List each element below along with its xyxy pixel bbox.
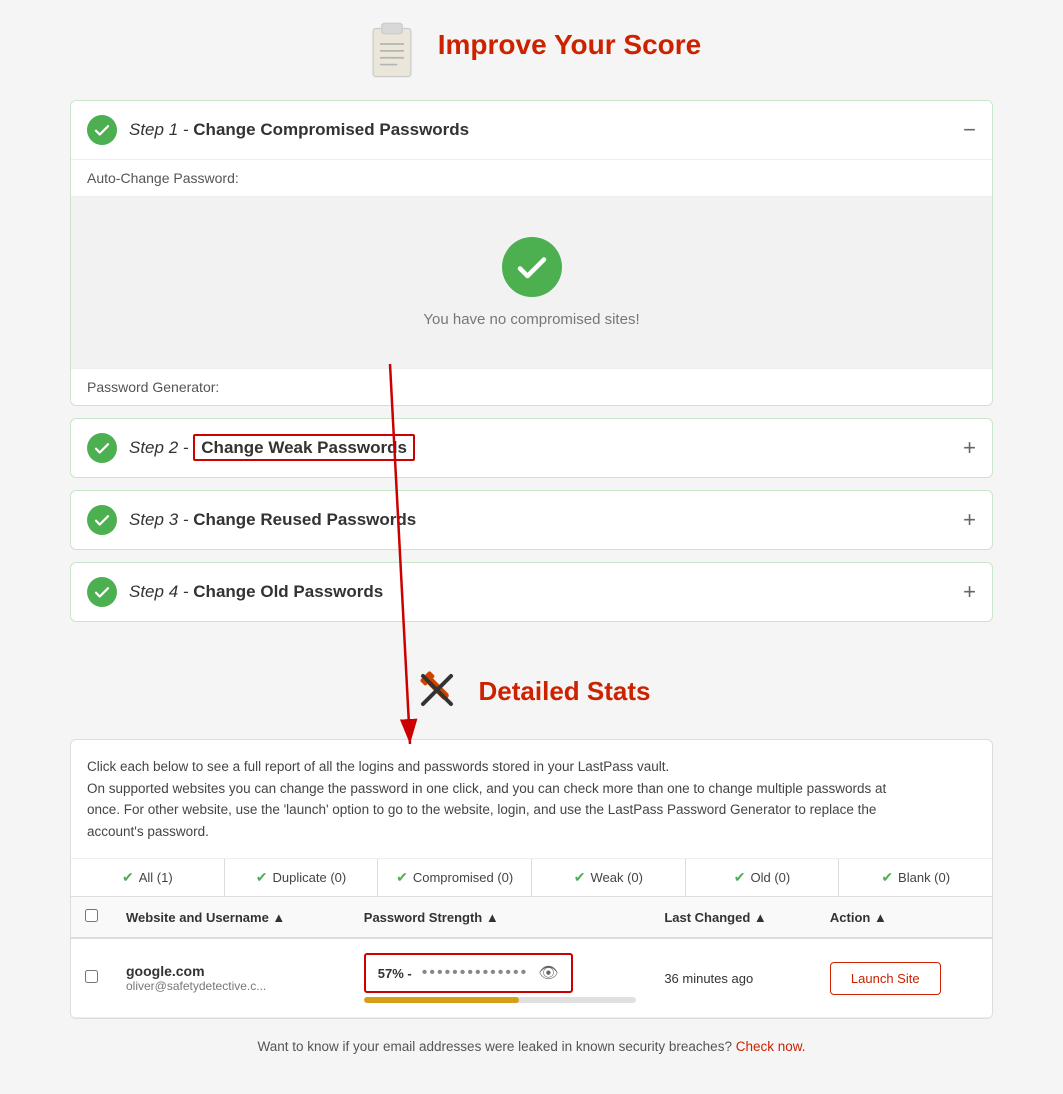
detailed-stats-section: Detailed Stats [70,634,993,739]
step1-title: Step 1 - Change Compromised Passwords [129,120,963,140]
page-title: Improve Your Score [438,29,702,61]
step3-title: Step 3 - Change Reused Passwords [129,510,963,530]
step4-title: Step 4 - Change Old Passwords [129,582,963,602]
table-row: google.com oliver@safetydetective.c... 5… [71,938,992,1018]
password-table: Website and Username ▲ Password Strength… [71,897,992,1018]
table-header-last-changed[interactable]: Last Changed ▲ [650,897,816,938]
step3-container: Step 3 - Change Reused Passwords + [70,490,993,550]
filter-tab-compromised[interactable]: ✔ Compromised (0) [378,859,532,896]
step3-toggle[interactable]: + [963,509,976,531]
stats-panel: Click each below to see a full report of… [70,739,993,1019]
row-checkbox[interactable] [85,970,98,983]
tools-icon [413,664,463,719]
header-icon-area [362,10,422,80]
step4-header[interactable]: Step 4 - Change Old Passwords + [71,563,992,621]
step1-toggle[interactable]: − [963,119,976,141]
clipboard-icon [362,20,422,80]
step2-container: Step 2 - Change Weak Passwords + [70,418,993,478]
filter-tab-old[interactable]: ✔ Old (0) [686,859,840,896]
step3-header[interactable]: Step 3 - Change Reused Passwords + [71,491,992,549]
check-now-link[interactable]: Check now. [736,1039,806,1054]
step2-check-icon [87,433,117,463]
detailed-stats-header: Detailed Stats [70,634,993,739]
auto-change-label: Auto-Change Password: [71,160,992,197]
detailed-stats-title: Detailed Stats [479,676,651,707]
filter-tab-duplicate[interactable]: ✔ Duplicate (0) [225,859,379,896]
row-action-cell: Launch Site [816,938,992,1018]
step2-toggle[interactable]: + [963,437,976,459]
table-header-checkbox [71,897,112,938]
password-dots: •••••••••••••• [422,964,528,982]
launch-site-button[interactable]: Launch Site [830,962,941,995]
site-username: oliver@safetydetective.c... [126,979,336,993]
stats-description: Click each below to see a full report of… [71,740,992,859]
bottom-note: Want to know if your email addresses wer… [70,1019,993,1064]
strength-bar-fill [364,997,519,1003]
table-header-strength[interactable]: Password Strength ▲ [350,897,651,938]
row-last-changed-cell: 36 minutes ago [650,938,816,1018]
step4-toggle[interactable]: + [963,581,976,603]
table-header-site[interactable]: Website and Username ▲ [112,897,350,938]
password-generator-label: Password Generator: [71,368,992,405]
no-compromised-text: You have no compromised sites! [423,311,639,328]
strength-bar-wrapper [364,997,637,1003]
step3-check-icon [87,505,117,535]
row-strength-cell: 57% - •••••••••••••• 👁 [350,938,651,1018]
filter-tab-weak[interactable]: ✔ Weak (0) [532,859,686,896]
table-header-row: Website and Username ▲ Password Strength… [71,897,992,938]
site-name: google.com [126,963,336,979]
select-all-checkbox[interactable] [85,909,98,922]
filter-tab-blank[interactable]: ✔ Blank (0) [839,859,992,896]
step4-container: Step 4 - Change Old Passwords + [70,562,993,622]
filter-tab-all[interactable]: ✔ All (1) [71,859,225,896]
step4-check-icon [87,577,117,607]
step1-content: Auto-Change Password: You have no compro… [71,160,992,405]
eye-icon[interactable]: 👁 [538,963,558,983]
step2-title: Step 2 - Change Weak Passwords [129,438,963,458]
strength-bar [364,997,637,1003]
row-site-cell: google.com oliver@safetydetective.c... [112,938,350,1018]
password-strength-widget: 57% - •••••••••••••• 👁 [364,953,573,993]
step1-header[interactable]: Step 1 - Change Compromised Passwords − [71,101,992,160]
strength-percent: 57% - [378,966,412,981]
no-compromised-box: You have no compromised sites! [71,197,992,368]
page-header: Improve Your Score [70,0,993,100]
table-header-action[interactable]: Action ▲ [816,897,992,938]
filter-tabs: ✔ All (1) ✔ Duplicate (0) ✔ Compromised … [71,859,992,897]
step2-header[interactable]: Step 2 - Change Weak Passwords + [71,419,992,477]
row-checkbox-cell [71,938,112,1018]
big-check-icon [502,237,562,297]
step1-container: Step 1 - Change Compromised Passwords − … [70,100,993,406]
step1-check-icon [87,115,117,145]
